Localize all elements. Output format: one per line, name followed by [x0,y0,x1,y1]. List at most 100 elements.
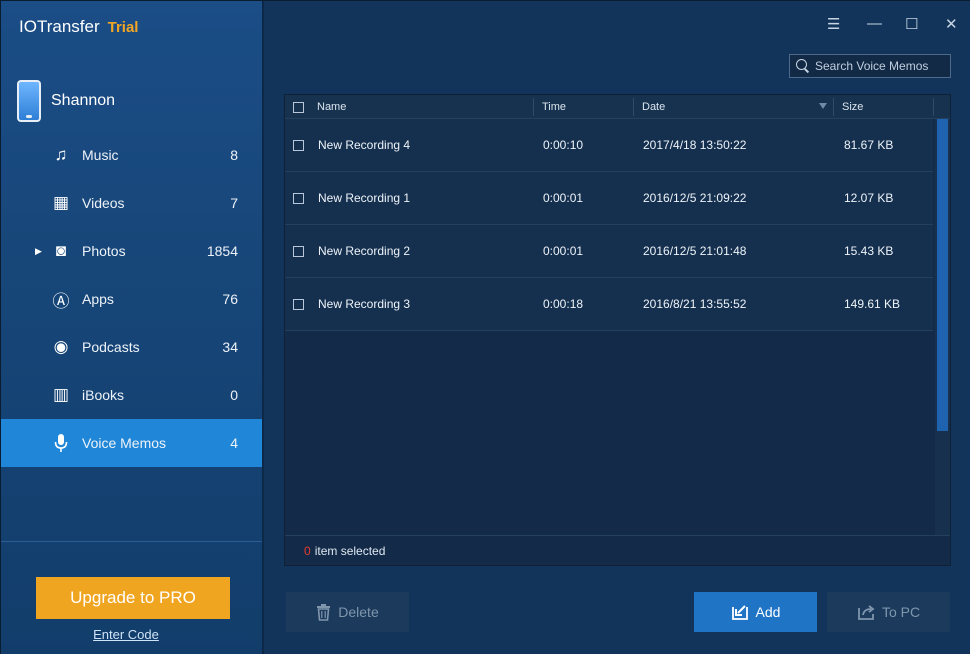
table-body: New Recording 4 0:00:10 2017/4/18 13:50:… [285,119,933,331]
sidebar-item-label: Podcasts [82,339,140,355]
cell-date: 2016/8/21 13:55:52 [643,297,747,311]
sidebar-item-videos[interactable]: ▦ Videos 7 [1,179,262,227]
column-header-time[interactable]: Time [542,95,566,119]
import-icon [731,604,749,620]
table-header: Name Time Date Size [285,95,950,119]
app-brand: IOTransfer Trial [19,17,138,37]
cell-time: 0:00:01 [543,244,584,258]
column-divider[interactable] [933,98,934,116]
sidebar-item-count: 76 [222,291,238,307]
to-pc-button[interactable]: To PC [827,592,950,632]
sidebar-item-label: Apps [82,291,114,307]
delete-button[interactable]: Delete [286,592,409,632]
film-icon: ▦ [52,193,70,212]
device-header[interactable]: Shannon [17,79,115,123]
column-header-name[interactable]: Name [317,95,346,119]
sidebar-item-music[interactable]: ♫ Music 8 [1,131,262,179]
maximize-icon[interactable]: ☐ [905,15,918,33]
expand-arrow-icon[interactable]: ▶ [35,246,42,257]
cell-size: 81.67 KB [844,138,894,152]
column-header-size[interactable]: Size [842,95,863,119]
microphone-icon [51,433,71,453]
search-icon [796,59,810,73]
selected-count: 0 [304,543,311,558]
row-checkbox[interactable] [293,139,304,151]
cell-name: New Recording 3 [318,297,411,311]
sidebar-item-photos[interactable]: ▶ ◙ Photos 1854 [1,227,262,275]
add-label: Add [755,604,781,620]
row-checkbox[interactable] [293,245,304,257]
trial-badge: Trial [107,19,139,36]
export-icon [857,604,875,620]
search-box[interactable] [789,54,951,78]
enter-code-link[interactable]: Enter Code [1,627,251,642]
sidebar-nav: ♫ Music 8 ▦ Videos 7 ▶ ◙ Photos 1854 Ⓐ A… [1,131,262,467]
camera-icon: ◙ [55,241,67,260]
sidebar-item-count: 1854 [206,243,238,259]
app-window: IOTransfer Trial Shannon ♫ Music 8 ▦ Vide… [0,0,970,654]
sidebar-item-label: Photos [82,243,126,259]
column-header-date[interactable]: Date [642,95,665,119]
main-panel: ☰ — ☐ ✕ Name Time Date Size [264,1,970,654]
book-icon: ▥ [52,385,70,404]
sidebar-item-count: 34 [222,339,238,355]
sidebar-item-voice-memos[interactable]: Voice Memos 4 [1,419,262,467]
column-divider[interactable] [833,98,834,116]
cell-date: 2017/4/18 13:50:22 [643,138,747,152]
add-button[interactable]: Add [694,592,817,632]
sidebar-item-label: iBooks [82,387,125,403]
cell-time: 0:00:10 [543,138,584,152]
app-title: IOTransfer [19,17,100,36]
sidebar: IOTransfer Trial Shannon ♫ Music 8 ▦ Vide… [1,1,263,654]
cell-name: New Recording 4 [318,138,411,152]
select-all-checkbox[interactable] [293,101,304,113]
table-row[interactable]: New Recording 3 0:00:18 2016/8/21 13:55:… [285,278,933,331]
device-name: Shannon [51,92,116,109]
cell-date: 2016/12/5 21:09:22 [643,191,747,205]
cell-size: 149.61 KB [844,297,901,311]
cell-name: New Recording 1 [318,191,411,205]
table-scrollbar[interactable] [935,119,950,535]
sidebar-item-podcasts[interactable]: ◉ Podcasts 34 [1,323,262,371]
selected-text: item selected [314,543,386,558]
row-checkbox[interactable] [293,192,304,204]
upgrade-button[interactable]: Upgrade to PRO [36,577,230,619]
sidebar-item-label: Videos [82,195,125,211]
trash-icon [316,603,331,621]
to-pc-label: To PC [881,604,921,620]
close-icon[interactable]: ✕ [945,15,958,33]
sidebar-item-count: 7 [230,195,238,211]
sidebar-item-count: 4 [230,435,238,451]
table-row[interactable]: New Recording 1 0:00:01 2016/12/5 21:09:… [285,172,933,225]
cell-name: New Recording 2 [318,244,411,258]
cell-time: 0:00:01 [543,191,584,205]
sidebar-divider [1,541,262,542]
voice-memos-table: Name Time Date Size New Recording 4 0:00… [284,94,951,566]
search-input[interactable] [815,59,950,73]
cell-time: 0:00:18 [543,297,584,311]
table-row[interactable]: New Recording 4 0:00:10 2017/4/18 13:50:… [285,119,933,172]
sidebar-item-count: 8 [230,147,238,163]
cell-date: 2016/12/5 21:01:48 [643,244,747,258]
column-divider[interactable] [633,98,634,116]
iphone-icon [17,80,41,122]
delete-label: Delete [338,604,379,620]
sidebar-item-label: Music [82,147,119,163]
select-all-checkbox-cell [293,95,304,119]
sidebar-item-count: 0 [230,387,238,403]
sidebar-item-apps[interactable]: Ⓐ Apps 76 [1,275,262,323]
app-store-icon: Ⓐ [52,291,70,311]
sidebar-item-label: Voice Memos [82,435,167,451]
cell-size: 15.43 KB [844,244,894,258]
table-row[interactable]: New Recording 2 0:00:01 2016/12/5 21:01:… [285,225,933,278]
menu-icon[interactable]: ☰ [827,15,840,33]
sort-desc-icon [819,103,827,109]
selection-status: 0 item selected [285,535,950,565]
podcast-icon: ◉ [53,337,69,356]
column-divider[interactable] [533,98,534,116]
music-icon: ♫ [54,145,68,164]
row-checkbox[interactable] [293,298,304,310]
sidebar-item-ibooks[interactable]: ▥ iBooks 0 [1,371,262,419]
scrollbar-thumb[interactable] [937,119,948,431]
minimize-icon[interactable]: — [867,15,882,32]
